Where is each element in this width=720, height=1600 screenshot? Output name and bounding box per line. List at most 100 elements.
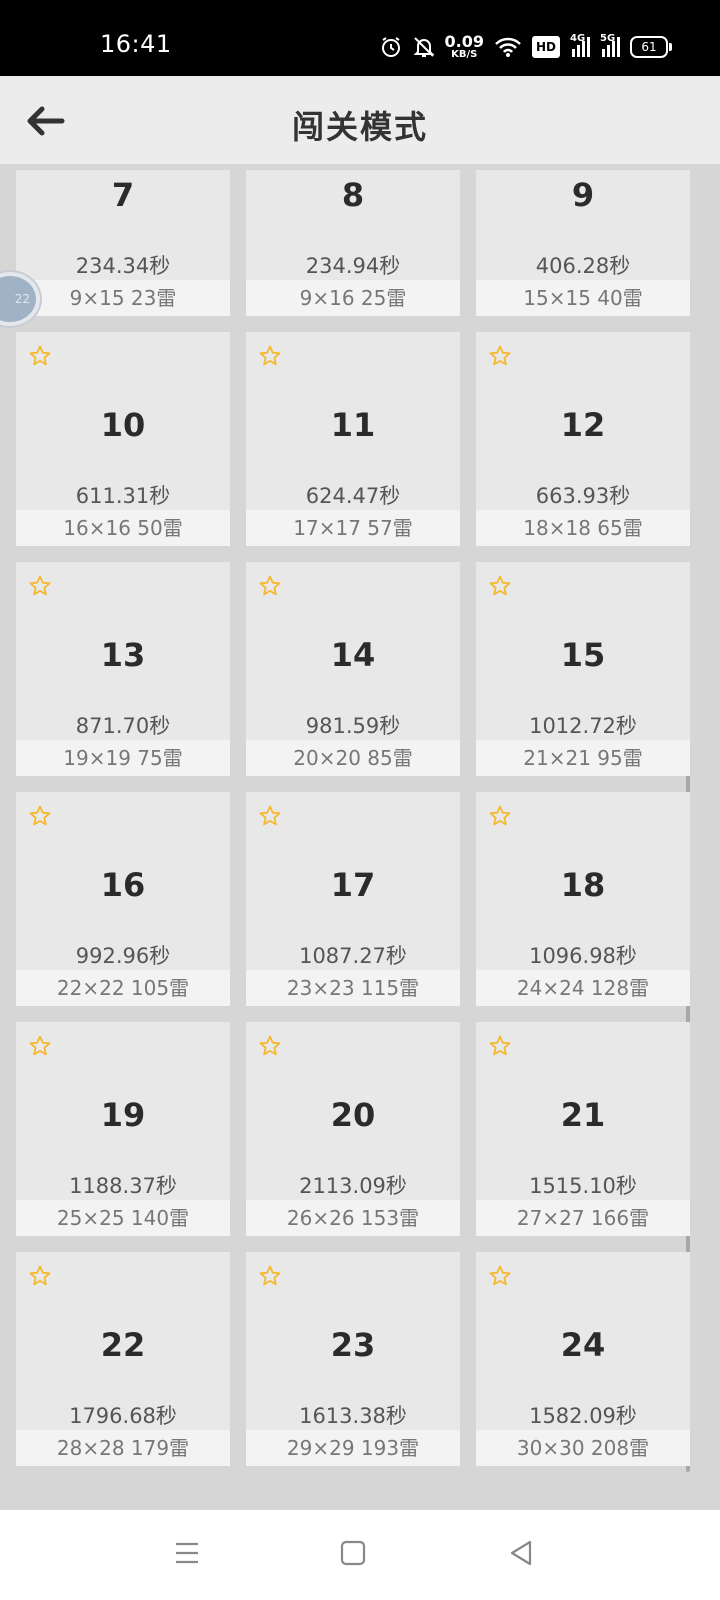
level-card[interactable]: 17 1087.27秒 23×23 115雷 [246, 792, 460, 1006]
board-size: 15×15 40雷 [476, 280, 690, 316]
net-speed: 0.09 KB/S [444, 32, 484, 60]
best-time: 1796.68秒 [69, 1404, 177, 1428]
level-number: 18 [560, 866, 606, 904]
best-time: 871.70秒 [75, 714, 171, 738]
level-number: 24 [560, 1326, 606, 1364]
level-card[interactable]: 16 992.96秒 22×22 105雷 [16, 792, 230, 1006]
signal-4g-icon: 4G [570, 33, 590, 57]
best-time: 406.28秒 [535, 254, 631, 278]
star-icon [258, 344, 282, 368]
best-time: 2113.09秒 [299, 1174, 407, 1198]
best-time: 1515.10秒 [529, 1174, 637, 1198]
level-number: 21 [560, 1096, 606, 1134]
star-icon [28, 1034, 52, 1058]
level-card[interactable]: 15 1012.72秒 21×21 95雷 [476, 562, 690, 776]
battery-icon: 61 [630, 36, 672, 58]
star-icon [488, 574, 512, 598]
status-bar: 16:41 0.09 KB/S HD 4G 5G 61 [0, 0, 720, 76]
alarm-icon [379, 35, 403, 59]
level-card[interactable]: 14 981.59秒 20×20 85雷 [246, 562, 460, 776]
level-number: 17 [330, 866, 376, 904]
home-button[interactable] [338, 1538, 368, 1568]
app-header: 闯关模式 [0, 76, 720, 164]
star-icon [28, 574, 52, 598]
level-number: 14 [330, 636, 376, 674]
level-card[interactable]: 20 2113.09秒 26×26 153雷 [246, 1022, 460, 1236]
best-time: 611.31秒 [75, 484, 171, 508]
best-time: 624.47秒 [305, 484, 401, 508]
best-time: 981.59秒 [305, 714, 401, 738]
star-icon [488, 804, 512, 828]
star-icon [28, 344, 52, 368]
board-size: 24×24 128雷 [476, 970, 690, 1006]
level-grid[interactable]: 7 234.34秒 9×15 23雷 8 234.94秒 9×16 25雷 9 406.28秒… [0, 164, 720, 1510]
board-size: 20×20 85雷 [246, 740, 460, 776]
star-icon [488, 1034, 512, 1058]
board-size: 29×29 193雷 [246, 1430, 460, 1466]
level-card[interactable]: 22 1796.68秒 28×28 179雷 [16, 1252, 230, 1466]
level-card[interactable]: 10 611.31秒 16×16 50雷 [16, 332, 230, 546]
board-size: 23×23 115雷 [246, 970, 460, 1006]
star-icon [258, 804, 282, 828]
back-triangle-icon [510, 1540, 532, 1566]
level-card[interactable]: 7 234.34秒 9×15 23雷 [16, 170, 230, 316]
level-number: 8 [341, 176, 365, 214]
nav-back-button[interactable] [506, 1538, 536, 1568]
level-card[interactable]: 8 234.94秒 9×16 25雷 [246, 170, 460, 316]
wifi-icon [494, 36, 522, 58]
status-icons: 0.09 KB/S HD 4G 5G 61 [379, 30, 672, 64]
best-time: 663.93秒 [535, 484, 631, 508]
star-icon [258, 1034, 282, 1058]
star-icon [258, 574, 282, 598]
board-size: 9×15 23雷 [16, 280, 230, 316]
menu-icon [176, 1542, 198, 1564]
board-size: 30×30 208雷 [476, 1430, 690, 1466]
star-icon [28, 1264, 52, 1288]
board-size: 21×21 95雷 [476, 740, 690, 776]
level-card[interactable]: 23 1613.38秒 29×29 193雷 [246, 1252, 460, 1466]
level-number: 7 [111, 176, 135, 214]
mute-bell-icon [413, 35, 435, 59]
status-time: 16:41 [100, 30, 172, 58]
board-size: 26×26 153雷 [246, 1200, 460, 1236]
best-time: 992.96秒 [75, 944, 171, 968]
best-time: 1012.72秒 [529, 714, 637, 738]
level-number: 12 [560, 406, 606, 444]
board-size: 18×18 65雷 [476, 510, 690, 546]
best-time: 234.94秒 [305, 254, 401, 278]
level-number: 20 [330, 1096, 376, 1134]
board-size: 27×27 166雷 [476, 1200, 690, 1236]
level-number: 23 [330, 1326, 376, 1364]
board-size: 9×16 25雷 [246, 280, 460, 316]
level-number: 10 [100, 406, 146, 444]
best-time: 1188.37秒 [69, 1174, 177, 1198]
board-size: 25×25 140雷 [16, 1200, 230, 1236]
level-card[interactable]: 9 406.28秒 15×15 40雷 [476, 170, 690, 316]
board-size: 19×19 75雷 [16, 740, 230, 776]
level-number: 13 [100, 636, 146, 674]
star-icon [488, 1264, 512, 1288]
level-number: 9 [571, 176, 595, 214]
level-number: 22 [100, 1326, 146, 1364]
level-card[interactable]: 11 624.47秒 17×17 57雷 [246, 332, 460, 546]
best-time: 1582.09秒 [529, 1404, 637, 1428]
hd-icon: HD [531, 36, 560, 58]
board-size: 17×17 57雷 [246, 510, 460, 546]
board-size: 16×16 50雷 [16, 510, 230, 546]
menu-button[interactable] [172, 1538, 202, 1568]
level-card[interactable]: 21 1515.10秒 27×27 166雷 [476, 1022, 690, 1236]
navigation-bar [0, 1510, 720, 1600]
level-card[interactable]: 12 663.93秒 18×18 65雷 [476, 332, 690, 546]
board-size: 22×22 105雷 [16, 970, 230, 1006]
signal-5g-icon: 5G [600, 33, 620, 57]
level-card[interactable]: 18 1096.98秒 24×24 128雷 [476, 792, 690, 1006]
level-card[interactable]: 13 871.70秒 19×19 75雷 [16, 562, 230, 776]
level-card[interactable]: 24 1582.09秒 30×30 208雷 [476, 1252, 690, 1466]
home-square-icon [340, 1540, 366, 1566]
level-number: 19 [100, 1096, 146, 1134]
best-time: 1096.98秒 [529, 944, 637, 968]
level-card[interactable]: 19 1188.37秒 25×25 140雷 [16, 1022, 230, 1236]
best-time: 1087.27秒 [299, 944, 407, 968]
level-number: 11 [330, 406, 376, 444]
star-icon [28, 804, 52, 828]
